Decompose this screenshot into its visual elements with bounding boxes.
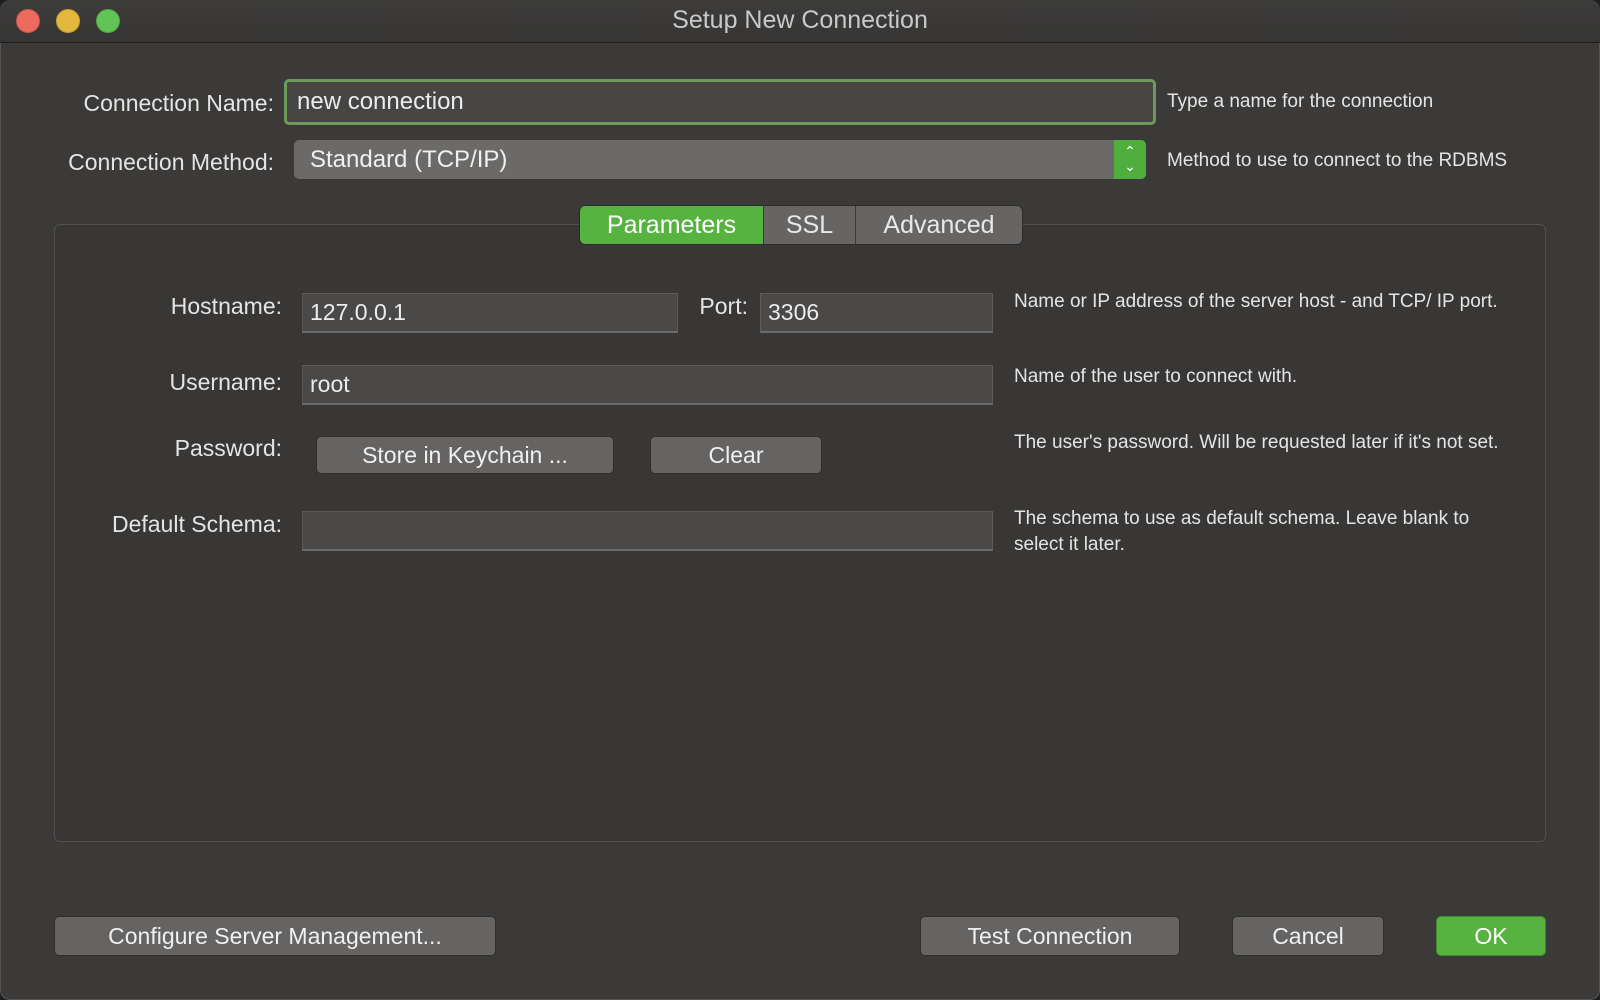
username-label: Username: [169, 369, 282, 395]
tab-ssl[interactable]: SSL [764, 206, 856, 244]
hostname-field[interactable] [302, 293, 678, 333]
window-title: Setup New Connection [672, 6, 928, 34]
chevron-up-down-icon: ⌃ ⌄ [1114, 140, 1146, 179]
tab-advanced[interactable]: Advanced [856, 206, 1022, 244]
test-connection-button[interactable]: Test Connection [920, 916, 1180, 956]
ok-button[interactable]: OK [1436, 916, 1546, 956]
port-field[interactable] [760, 293, 993, 333]
store-in-keychain-button[interactable]: Store in Keychain ... [316, 436, 614, 474]
connection-method-hint: Method to use to connect to the RDBMS [1167, 150, 1508, 171]
setup-connection-window: Setup New Connection Connection Name: Ty… [0, 0, 1600, 1000]
password-label: Password: [174, 435, 282, 461]
connection-method-select[interactable]: Standard (TCP/IP) ⌃ ⌄ [294, 140, 1146, 179]
connection-name-input[interactable] [284, 79, 1156, 125]
default-schema-hint: The schema to use as default schema. Lea… [1014, 508, 1470, 555]
host-port-hint: Name or IP address of the server host - … [1014, 291, 1498, 312]
tab-parameters[interactable]: Parameters [580, 206, 764, 244]
default-schema-field[interactable] [302, 511, 993, 551]
title-bar: Setup New Connection [0, 0, 1600, 43]
connection-method-label: Connection Method: [68, 149, 274, 175]
username-hint: Name of the user to connect with. [1014, 366, 1298, 387]
connection-name-hint: Type a name for the connection [1167, 91, 1434, 112]
tab-bar: Parameters SSL Advanced [580, 206, 1022, 244]
port-label: Port: [699, 293, 748, 319]
username-field[interactable] [302, 365, 993, 405]
default-schema-label: Default Schema: [111, 511, 282, 537]
password-hint: The user's password. Will be requested l… [1014, 432, 1499, 453]
configure-server-management-button[interactable]: Configure Server Management... [54, 916, 496, 956]
cancel-button[interactable]: Cancel [1232, 916, 1384, 956]
connection-name-label: Connection Name: [83, 90, 275, 116]
clear-password-button[interactable]: Clear [650, 436, 822, 474]
connection-method-value: Standard (TCP/IP) [310, 146, 508, 173]
hostname-label: Hostname: [170, 293, 282, 319]
